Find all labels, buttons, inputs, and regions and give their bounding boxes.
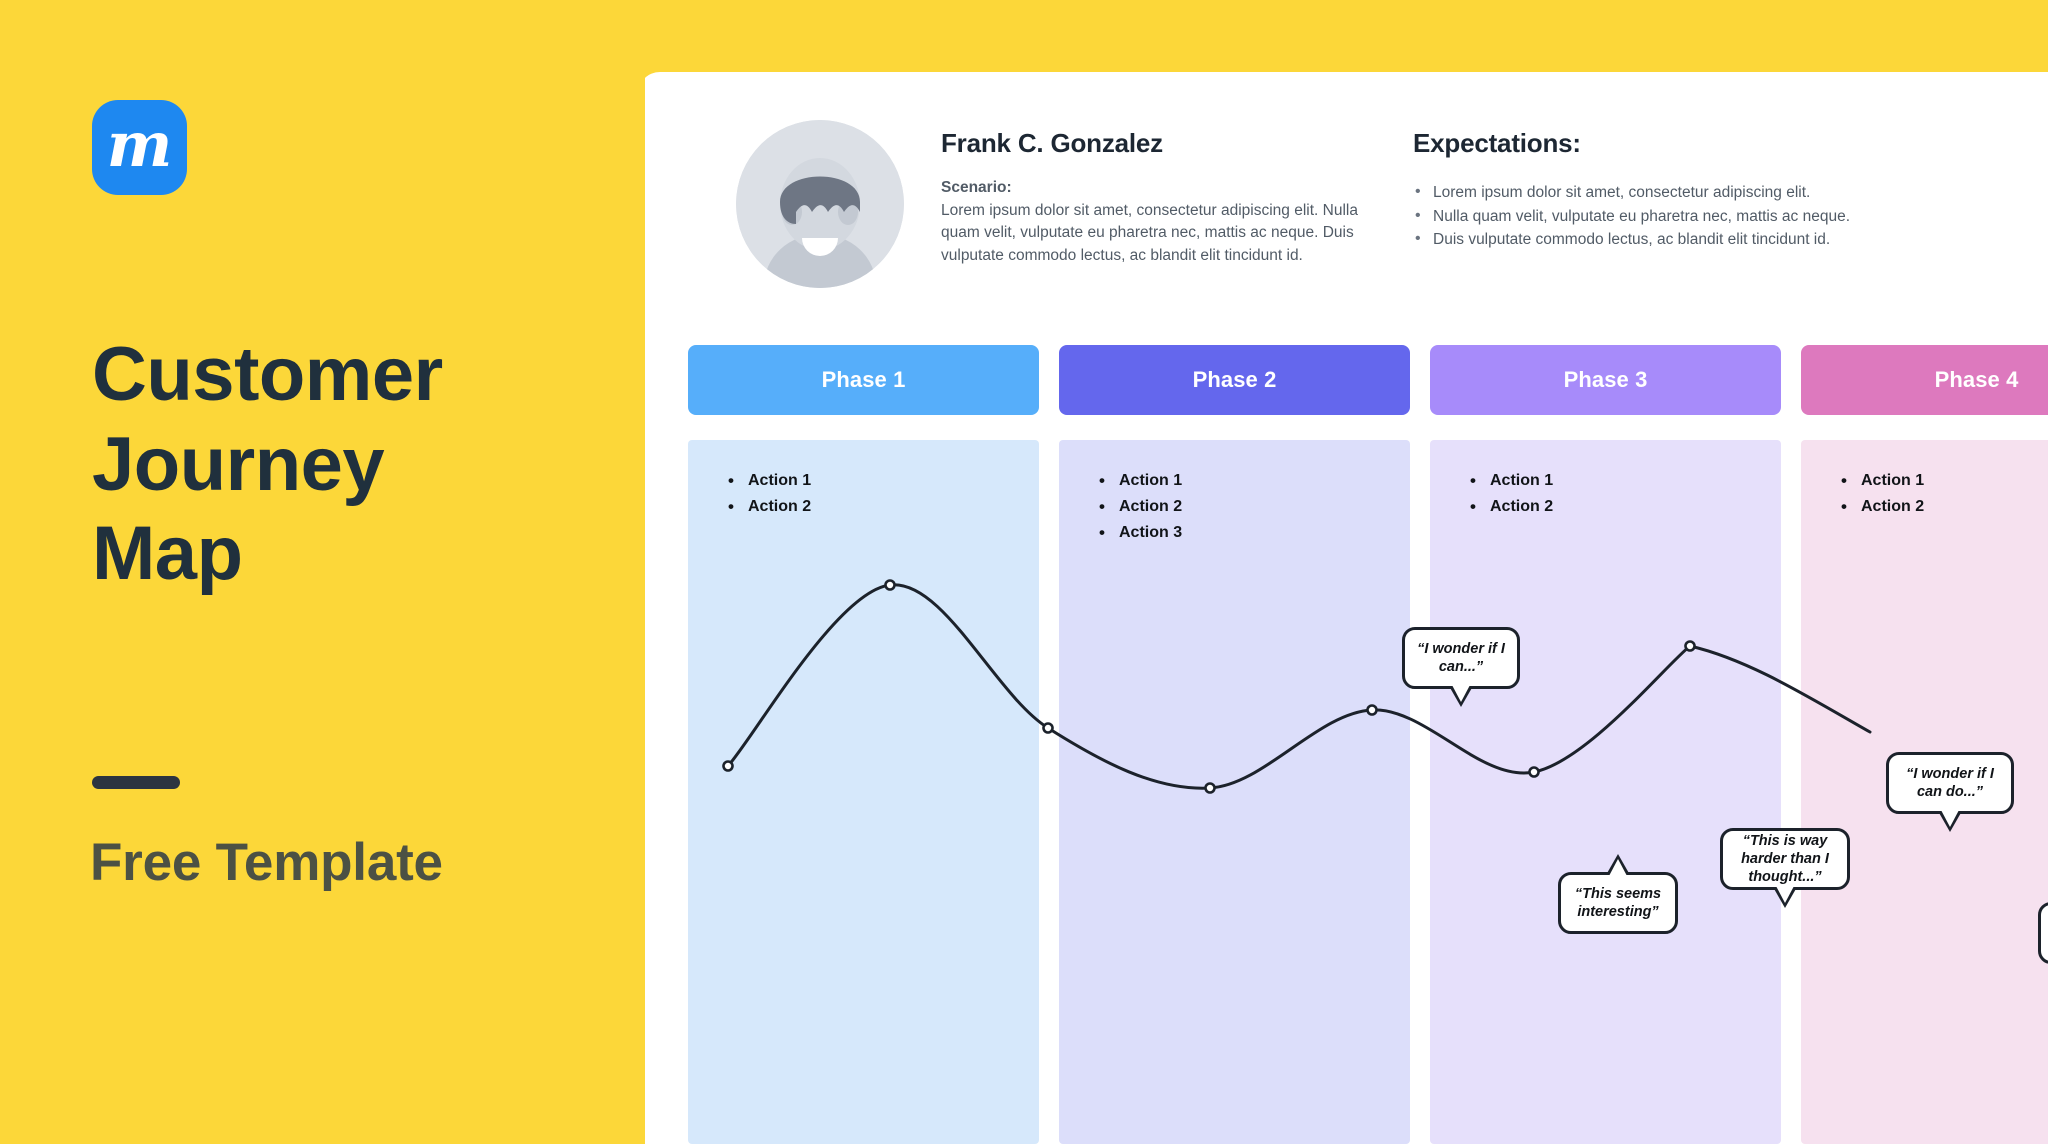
- phase-header-label: Phase 4: [1934, 367, 2019, 392]
- bubble-tail-fill: [1776, 886, 1794, 903]
- scenario-body: Lorem ipsum dolor sit amet, consectetur …: [941, 202, 1358, 264]
- list-item[interactable]: Action 2: [1470, 493, 1781, 520]
- list-item[interactable]: Action 1: [728, 467, 1039, 494]
- list-item: Duis vulputate commodo lectus, ac blandi…: [1413, 227, 1893, 252]
- page-title-line-1: Customer: [92, 332, 443, 417]
- phase-header-2[interactable]: Phase 2: [1059, 345, 1410, 415]
- phase-column-3[interactable]: Action 1 Action 2: [1430, 440, 1781, 1144]
- list-item[interactable]: Action 1: [1099, 467, 1410, 494]
- phase-header-row: Phase 1 Phase 2 Phase 3 Phase 4: [688, 345, 2048, 415]
- list-item[interactable]: Action 2: [1841, 493, 2048, 520]
- speech-bubble-5[interactable]: “I’m struggling”: [2038, 902, 2048, 964]
- left-branding-panel: m Customer Journey Map Free Template: [0, 0, 645, 1144]
- bubble-tail-fill: [1609, 859, 1627, 876]
- phase-header-label: Phase 3: [1563, 367, 1648, 392]
- persona-name: Frank C. Gonzalez: [941, 128, 1163, 158]
- list-item[interactable]: Action 3: [1099, 519, 1410, 546]
- scenario-label: Scenario:: [941, 179, 1012, 196]
- bubble-tail-fill: [1452, 685, 1470, 702]
- logo-glyph: m: [106, 107, 173, 181]
- bubble-tail-fill: [1941, 810, 1959, 827]
- speech-bubble-text: “I wonder if I can...”: [1417, 640, 1505, 675]
- expectations-list: Lorem ipsum dolor sit amet, consectetur …: [1413, 180, 1893, 252]
- speech-bubble-1[interactable]: “I wonder if I can...”: [1402, 627, 1520, 707]
- action-list: Action 1 Action 2 Action 3: [1099, 467, 1410, 546]
- metricool-m-logo-icon[interactable]: m: [92, 100, 187, 195]
- list-item[interactable]: Action 1: [1841, 467, 2048, 494]
- list-item: Lorem ipsum dolor sit amet, consectetur …: [1413, 180, 1893, 205]
- phase-header-1[interactable]: Phase 1: [688, 345, 1039, 415]
- speech-bubble-3[interactable]: “This is way harder than I thought...”: [1720, 828, 1850, 908]
- phase-header-3[interactable]: Phase 3: [1430, 345, 1781, 415]
- action-list: Action 1 Action 2: [1470, 467, 1781, 520]
- phase-body-row: Action 1 Action 2 Action 1 Action 2 Acti…: [688, 440, 2048, 1144]
- page-title-line-3: Map: [92, 511, 243, 597]
- speech-bubble-text: “I wonder if I can do...”: [1906, 765, 1994, 800]
- list-item[interactable]: Action 2: [1099, 493, 1410, 520]
- action-list: Action 1 Action 2: [728, 467, 1039, 520]
- phase-column-2[interactable]: Action 1 Action 2 Action 3: [1059, 440, 1410, 1144]
- page-title: Customer Journey Map: [92, 330, 612, 599]
- title-divider: [92, 776, 180, 789]
- persona-header: Frank C. Gonzalez Scenario: Lorem ipsum …: [688, 120, 2018, 300]
- journey-board-card: Frank C. Gonzalez Scenario: Lorem ipsum …: [638, 72, 2048, 1144]
- phase-header-4[interactable]: Phase 4: [1801, 345, 2048, 415]
- page-subtitle: Free Template: [90, 833, 443, 892]
- speech-bubble-text: “This is way harder than I thought...”: [1741, 832, 1829, 886]
- expectations-section: Expectations: Lorem ipsum dolor sit amet…: [1413, 128, 1893, 252]
- speech-bubble-text: “This seems interesting”: [1574, 885, 1662, 920]
- page-title-line-2: Journey: [92, 421, 385, 507]
- list-item[interactable]: Action 2: [728, 493, 1039, 520]
- action-list: Action 1 Action 2: [1841, 467, 2048, 520]
- list-item: Nulla quam velit, vulputate eu pharetra …: [1413, 204, 1893, 229]
- list-item[interactable]: Action 1: [1470, 467, 1781, 494]
- user-avatar-icon: [736, 120, 904, 288]
- speech-bubble-4[interactable]: “I wonder if I can do...”: [1886, 752, 2014, 832]
- persona-details: Frank C. Gonzalez Scenario: Lorem ipsum …: [941, 128, 1371, 267]
- phase-column-1[interactable]: Action 1 Action 2: [688, 440, 1039, 1144]
- speech-bubble-2[interactable]: “This seems interesting”: [1558, 854, 1678, 934]
- phase-header-label: Phase 2: [1192, 367, 1277, 392]
- phase-header-label: Phase 1: [821, 367, 906, 392]
- expectations-title: Expectations:: [1413, 128, 1581, 158]
